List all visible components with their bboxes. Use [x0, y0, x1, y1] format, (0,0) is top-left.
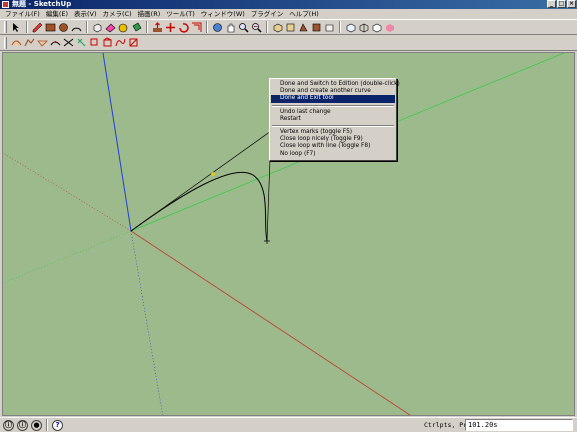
menu-vertex-marks[interactable]: Vertex marks (toggle F5): [271, 129, 395, 136]
menu-done-create-another[interactable]: Done and create another curve: [271, 88, 395, 95]
menu-view[interactable]: 表示(V): [71, 9, 100, 19]
xray-icon[interactable]: [344, 21, 356, 33]
right-view-icon[interactable]: [310, 21, 322, 33]
menu-edit[interactable]: 編集(E): [43, 9, 71, 19]
user-icon[interactable]: ●: [31, 419, 42, 431]
iso-view-icon[interactable]: [271, 21, 283, 33]
status-separator: [46, 419, 48, 431]
back-view-icon[interactable]: [323, 21, 335, 33]
menu-close-loop-line[interactable]: Close loop with line (Toggle F8): [271, 143, 395, 150]
main-toolbar: [0, 19, 577, 35]
paint-bucket-icon[interactable]: [130, 21, 142, 33]
red-axis-negative: [3, 152, 132, 232]
midpoint-marker: [211, 172, 215, 176]
minimize-button[interactable]: _: [547, 0, 556, 8]
title-bar: 無題 - SketchUp _ □ ×: [0, 0, 577, 9]
menu-window[interactable]: ウィンドウ(W): [198, 9, 248, 19]
toolbar-separator: [146, 21, 148, 33]
top-view-icon[interactable]: [284, 21, 296, 33]
curve-tool-5-icon[interactable]: [62, 37, 74, 49]
curve-tool-10-icon[interactable]: [127, 37, 139, 49]
window-controls: _ □ ×: [547, 0, 576, 8]
front-view-icon[interactable]: [297, 21, 309, 33]
toolbar-separator: [86, 21, 88, 33]
toolbar-separator: [26, 21, 28, 33]
context-menu: Done and Switch to Edition (double-click…: [269, 78, 400, 161]
shaded-icon[interactable]: [383, 21, 395, 33]
menu-draw[interactable]: 描画(R): [135, 9, 164, 19]
maximize-button[interactable]: □: [557, 0, 566, 8]
make-component-icon[interactable]: [91, 21, 103, 33]
measurements-input[interactable]: 101.20s: [465, 419, 573, 431]
menu-restart[interactable]: Restart: [271, 116, 395, 123]
geo-location-icon[interactable]: ⓘ: [3, 419, 14, 431]
rotate-icon[interactable]: [177, 21, 189, 33]
sandbox-toolbar: [0, 35, 577, 51]
menu-bar: ファイル(F) 編集(E) 表示(V) カメラ(C) 描画(R) ツール(T) …: [0, 9, 577, 19]
menu-no-loop[interactable]: No loop (F7): [271, 151, 395, 158]
help-icon[interactable]: ?: [52, 419, 63, 431]
window-title: 無題 - SketchUp: [12, 0, 72, 8]
curve-tool-6-icon[interactable]: [75, 37, 87, 49]
toolbar-separator: [206, 21, 208, 33]
offset-icon[interactable]: [190, 21, 202, 33]
eraser-icon[interactable]: [104, 21, 116, 33]
pan-icon[interactable]: [224, 21, 236, 33]
wireframe-icon[interactable]: [357, 21, 369, 33]
end-point-marker: [264, 238, 270, 244]
pencil-icon[interactable]: [31, 21, 43, 33]
menu-undo-last-change[interactable]: Undo last change: [271, 109, 395, 116]
move-icon[interactable]: [164, 21, 176, 33]
green-axis-negative: [3, 230, 132, 284]
select-tool-icon[interactable]: [10, 21, 22, 33]
menu-done-exit-tool[interactable]: Done and Exit tool: [271, 95, 395, 103]
zoom-extents-icon[interactable]: [250, 21, 262, 33]
tape-measure-icon[interactable]: [117, 21, 129, 33]
menu-camera[interactable]: カメラ(C): [100, 9, 135, 19]
hidden-line-icon[interactable]: [370, 21, 382, 33]
menu-plugins[interactable]: プラグイン: [248, 9, 287, 19]
curve-tool-4-icon[interactable]: [49, 37, 61, 49]
menu-separator: [272, 104, 394, 107]
zoom-icon[interactable]: [237, 21, 249, 33]
curve-tool-7-icon[interactable]: [88, 37, 100, 49]
orbit-icon[interactable]: [211, 21, 223, 33]
close-button[interactable]: ×: [567, 0, 576, 8]
toolbar-separator: [266, 21, 268, 33]
toolbar-grip[interactable]: [4, 21, 7, 33]
menu-help[interactable]: ヘルプ(H): [286, 9, 321, 19]
curve-tool-2-icon[interactable]: [23, 37, 35, 49]
status-bar: ⓘ ⓘ ● ? Ctrlpts, Prec 101.20s: [0, 417, 577, 432]
curve-tool-3-icon[interactable]: [36, 37, 48, 49]
menu-done-switch-edition[interactable]: Done and Switch to Edition (double-click…: [271, 81, 400, 88]
toolbar-separator: [339, 21, 341, 33]
red-axis: [130, 230, 411, 415]
menu-close-loop-nicely[interactable]: Close loop nicely (Toggle F9): [271, 136, 395, 143]
curve-tool-8-icon[interactable]: [101, 37, 113, 49]
blue-axis-negative: [130, 230, 163, 415]
curve-tool-1-icon[interactable]: [10, 37, 22, 49]
blue-axis: [102, 53, 132, 232]
curve-tool-9-icon[interactable]: [114, 37, 126, 49]
menu-file[interactable]: ファイル(F): [2, 9, 43, 19]
menu-tools[interactable]: ツール(T): [163, 9, 198, 19]
arc-icon[interactable]: [70, 21, 82, 33]
menu-separator: [272, 124, 394, 127]
toolbar-grip[interactable]: [4, 36, 7, 49]
rectangle-icon[interactable]: [44, 21, 56, 33]
push-pull-icon[interactable]: [151, 21, 163, 33]
circle-icon[interactable]: [57, 21, 69, 33]
credits-icon[interactable]: ⓘ: [17, 419, 28, 431]
app-icon: [2, 1, 9, 8]
